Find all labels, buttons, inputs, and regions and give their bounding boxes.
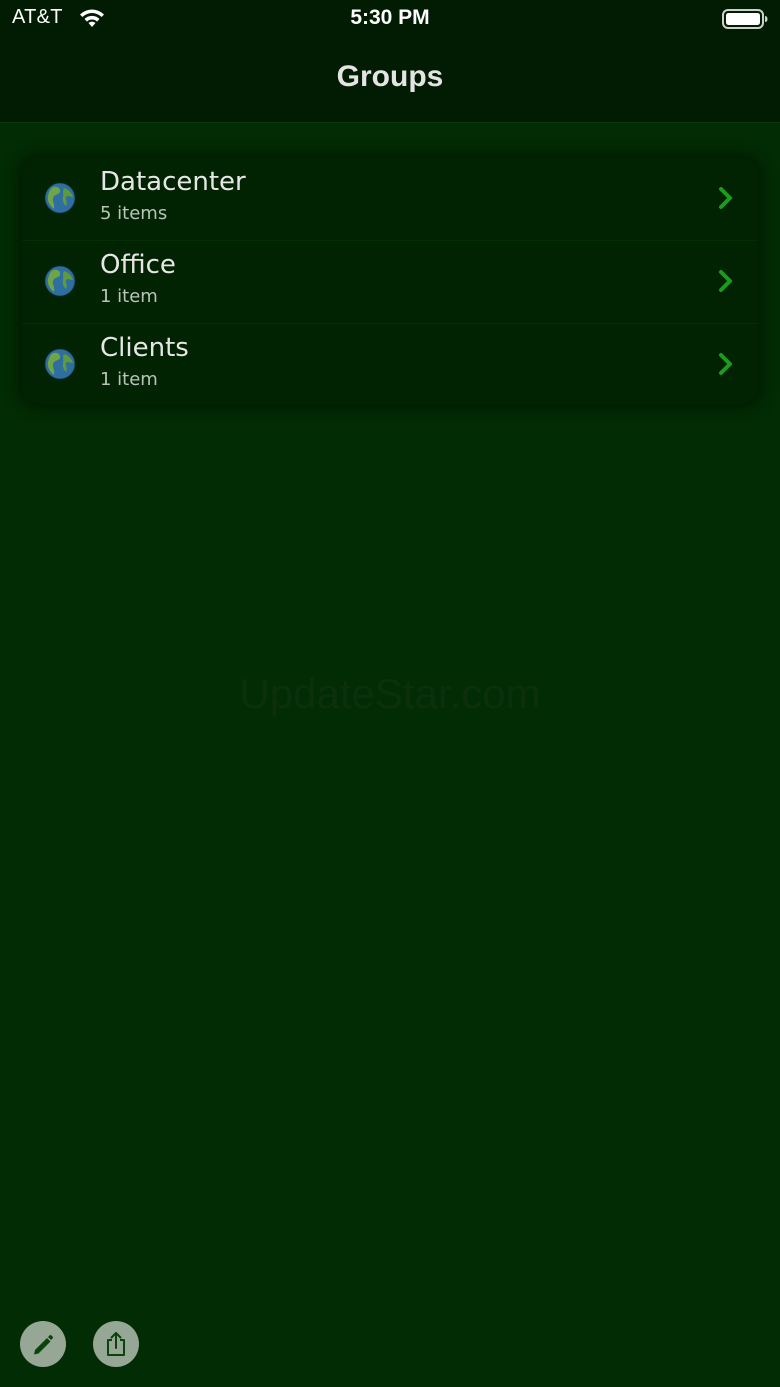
watermark: UpdateStar.com xyxy=(239,670,541,717)
group-row-datacenter[interactable]: Datacenter 5 items xyxy=(22,158,758,241)
screen: AT&T 5:30 PM Groups Datacenter 5 items O… xyxy=(0,0,780,1387)
page-title: Groups xyxy=(336,60,444,93)
group-item-count: 1 item xyxy=(100,369,158,390)
globe-icon xyxy=(44,348,76,380)
group-name: Office xyxy=(100,250,176,280)
status-bar: AT&T 5:30 PM xyxy=(0,0,780,40)
chevron-right-icon xyxy=(719,187,732,209)
share-icon xyxy=(107,1332,125,1356)
group-name: Clients xyxy=(100,333,189,363)
globe-icon xyxy=(44,265,76,297)
group-item-count: 5 items xyxy=(100,203,168,224)
group-row-clients[interactable]: Clients 1 item xyxy=(22,324,758,404)
clock: 5:30 PM xyxy=(350,6,430,29)
navigation-bar: Groups xyxy=(0,40,780,123)
share-button[interactable] xyxy=(93,1321,139,1367)
pencil-icon xyxy=(34,1335,53,1355)
group-row-office[interactable]: Office 1 item xyxy=(22,241,758,324)
group-name: Datacenter xyxy=(100,167,246,197)
globe-icon xyxy=(44,182,76,214)
group-item-count: 1 item xyxy=(100,286,158,307)
edit-button[interactable] xyxy=(20,1321,66,1367)
battery-icon xyxy=(722,9,768,29)
chevron-right-icon xyxy=(719,270,732,292)
group-list: Datacenter 5 items Office 1 item Clients… xyxy=(22,158,758,404)
chevron-right-icon xyxy=(719,353,732,375)
